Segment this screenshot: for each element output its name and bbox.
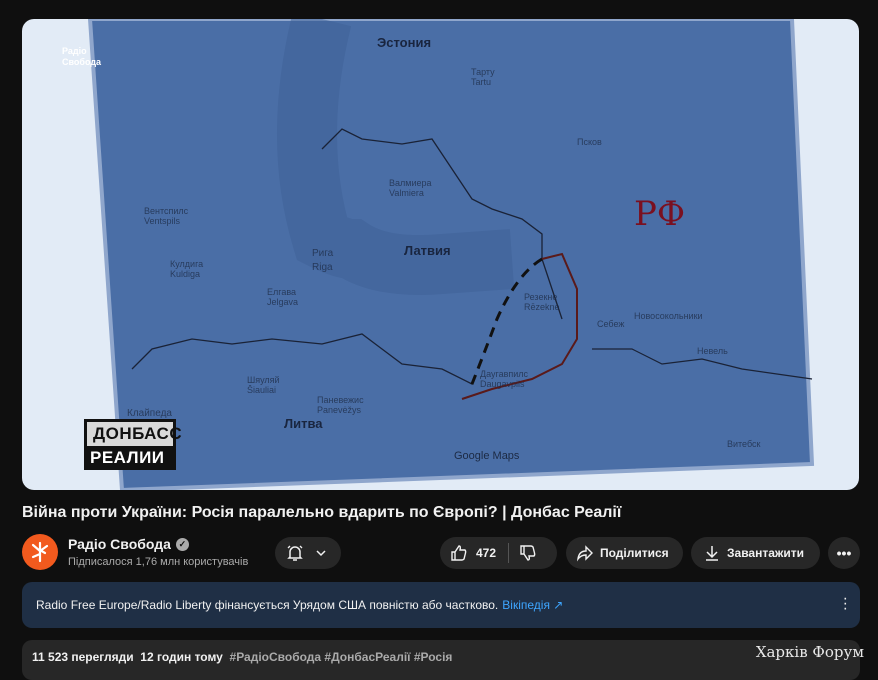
channel-name-text[interactable]: Радіо Свобода <box>68 536 171 552</box>
wikipedia-link[interactable]: Вікіпедія ↗ <box>502 598 563 612</box>
map-label: Вентспилс <box>144 206 189 216</box>
share-label: Поділитися <box>600 546 669 560</box>
radio-svoboda-icon <box>31 541 49 563</box>
download-label: Завантажити <box>727 546 805 560</box>
channel-avatar[interactable] <box>22 534 58 570</box>
map-label: Новосокольники <box>634 311 703 321</box>
view-count: 11 523 перегляди <box>32 650 134 664</box>
map-label: Витебск <box>727 439 761 449</box>
video-title: Війна проти України: Росія паралельно вд… <box>22 504 622 521</box>
share-icon <box>576 545 593 562</box>
badge-line: ДОНБАСС <box>84 419 182 446</box>
badge-line: РЕАЛИИ <box>84 446 176 470</box>
handwritten-annotation: РФ <box>634 194 686 234</box>
download-button[interactable]: Завантажити <box>691 537 820 569</box>
map-label: Rēzekne <box>524 302 560 312</box>
map-label: Kuldiga <box>170 269 201 279</box>
like-button[interactable]: 472 <box>450 543 510 563</box>
bell-icon <box>287 545 303 561</box>
map-label: Клайпеда <box>127 408 172 419</box>
map-label: Daugavpils <box>480 379 525 389</box>
map-label: Латвия <box>404 243 451 258</box>
map-label: Šiauliai <box>247 385 277 395</box>
map-label: Паневежис <box>317 395 364 405</box>
dislike-button[interactable] <box>509 544 537 562</box>
map-label: Себеж <box>597 319 625 329</box>
map-label: Valmiera <box>389 188 424 198</box>
map-label: Шяуляй <box>247 375 280 385</box>
video-player[interactable]: Радіо Свобода Эстония Латвия Литва Рига R… <box>22 19 859 490</box>
logo-line: Свобода <box>62 57 102 67</box>
radio-svoboda-logo: Радіо Свобода <box>62 46 101 68</box>
more-actions-button[interactable]: ••• <box>828 537 860 569</box>
donbass-realii-badge: ДОНБАСС РЕАЛИИ <box>84 419 182 470</box>
map-label: Резекне <box>524 292 558 302</box>
like-count: 472 <box>476 546 497 560</box>
funding-notice: Radio Free Europe/Radio Liberty фінансує… <box>22 582 860 628</box>
map-label: Panevėžys <box>317 405 362 415</box>
like-dislike-group: 472 <box>440 537 557 569</box>
google-maps-label: Google Maps <box>454 450 520 462</box>
map-label: Рига <box>312 248 334 259</box>
map-label: Литва <box>284 416 323 431</box>
share-button[interactable]: Поділитися <box>566 537 683 569</box>
map-label: Даугавпилс <box>480 369 529 379</box>
map-label: Tartu <box>471 77 492 87</box>
map-label: Псков <box>577 137 602 147</box>
description-box[interactable]: 11 523 перегляди 12 годин тому #РадіоСво… <box>22 640 860 680</box>
subscriber-count: Підписалося 1,76 млн користувачів <box>68 556 249 568</box>
map-label: Елгава <box>267 287 297 297</box>
funding-notice-text: Radio Free Europe/Radio Liberty фінансує… <box>36 598 499 612</box>
notification-button[interactable] <box>275 537 341 569</box>
map-label: Невель <box>697 346 728 356</box>
map-label: Эстония <box>377 35 432 50</box>
verified-icon: ✓ <box>175 537 189 551</box>
thumbs-up-icon <box>451 545 467 561</box>
map-label: Ventspils <box>144 216 181 226</box>
chevron-down-icon <box>316 550 326 557</box>
notice-menu-icon[interactable]: · · · <box>843 591 848 617</box>
download-icon <box>706 546 718 561</box>
logo-line: Радіо <box>62 46 87 56</box>
map-label: Тарту <box>471 67 495 77</box>
map-label: Riga <box>312 262 333 273</box>
map-label: Кулдига <box>170 259 204 269</box>
thumbs-down-icon <box>520 545 536 561</box>
map-label: Jelgava <box>267 297 299 307</box>
map-label: Валмиера <box>389 178 432 188</box>
more-icon: ••• <box>836 545 852 561</box>
upload-time: 12 годин тому <box>140 650 223 664</box>
hashtags[interactable]: #РадіоСвобода #ДонбасРеалії #Росія <box>230 650 453 664</box>
watermark: Харків Форум <box>755 643 864 661</box>
channel-name[interactable]: Радіо Свобода ✓ <box>68 536 189 552</box>
